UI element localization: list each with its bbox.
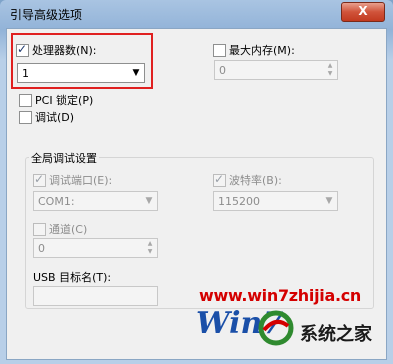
spin-down-icon: ▼ bbox=[147, 248, 153, 255]
pci-lock-checkbox[interactable] bbox=[19, 93, 32, 107]
watermark-brand: 系统之家 bbox=[300, 324, 372, 345]
pci-lock-option[interactable]: PCI 锁定(P) bbox=[19, 92, 93, 108]
max-memory-value: 0 bbox=[219, 64, 226, 77]
debug-port-option: 调试端口(E): bbox=[33, 172, 112, 188]
debug-port-label: 调试端口(E): bbox=[49, 174, 113, 187]
channel-label: 通道(C) bbox=[49, 223, 88, 236]
debug-checkbox[interactable] bbox=[19, 110, 32, 124]
spin-up-icon: ▲ bbox=[327, 62, 333, 69]
usb-target-label: USB 目标名(T): bbox=[33, 271, 112, 284]
max-memory-spinner: 0 ▲ ▼ bbox=[214, 60, 338, 80]
debug-port-value: COM1: bbox=[38, 195, 75, 208]
channel-option: 通道(C) bbox=[33, 221, 87, 237]
chevron-down-icon: ▼ bbox=[325, 196, 333, 206]
max-memory-checkbox[interactable] bbox=[213, 43, 226, 57]
close-button[interactable]: X bbox=[341, 2, 385, 22]
chevron-down-icon: ▼ bbox=[145, 196, 153, 206]
dialog-window: 引导高级选项 X 处理器数(N): 1 ▼ 最大内存(M): 0 ▲ ▼ bbox=[0, 0, 393, 364]
debug-option[interactable]: 调试(D) bbox=[19, 109, 74, 125]
pci-lock-label: PCI 锁定(P) bbox=[35, 94, 94, 107]
baud-rate-checkbox bbox=[213, 172, 226, 187]
title-bar[interactable]: 引导高级选项 X bbox=[0, 0, 393, 28]
channel-spinner: 0 ▲ ▼ bbox=[33, 238, 158, 258]
debug-port-checkbox bbox=[33, 172, 46, 187]
usb-target-input bbox=[33, 286, 158, 306]
channel-value: 0 bbox=[38, 242, 45, 255]
spin-down-icon: ▼ bbox=[327, 70, 333, 77]
highlight-box bbox=[11, 33, 153, 89]
max-memory-option[interactable]: 最大内存(M): bbox=[213, 42, 295, 58]
baud-rate-combo: 115200 ▼ bbox=[213, 191, 338, 211]
channel-checkbox bbox=[33, 222, 46, 236]
global-debug-label: 全局调试设置 bbox=[29, 150, 99, 166]
window-title: 引导高级选项 bbox=[10, 8, 83, 22]
baud-rate-label: 波特率(B): bbox=[229, 174, 282, 187]
baud-rate-option: 波特率(B): bbox=[213, 172, 282, 188]
watermark-url: www.win7zhijia.cn bbox=[199, 286, 361, 305]
baud-rate-value: 115200 bbox=[218, 195, 260, 208]
swirl-logo-icon bbox=[258, 310, 294, 346]
spin-up-icon: ▲ bbox=[147, 240, 153, 247]
debug-label: 调试(D) bbox=[35, 111, 75, 124]
debug-port-combo: COM1: ▼ bbox=[33, 191, 158, 211]
max-memory-label: 最大内存(M): bbox=[229, 44, 295, 57]
